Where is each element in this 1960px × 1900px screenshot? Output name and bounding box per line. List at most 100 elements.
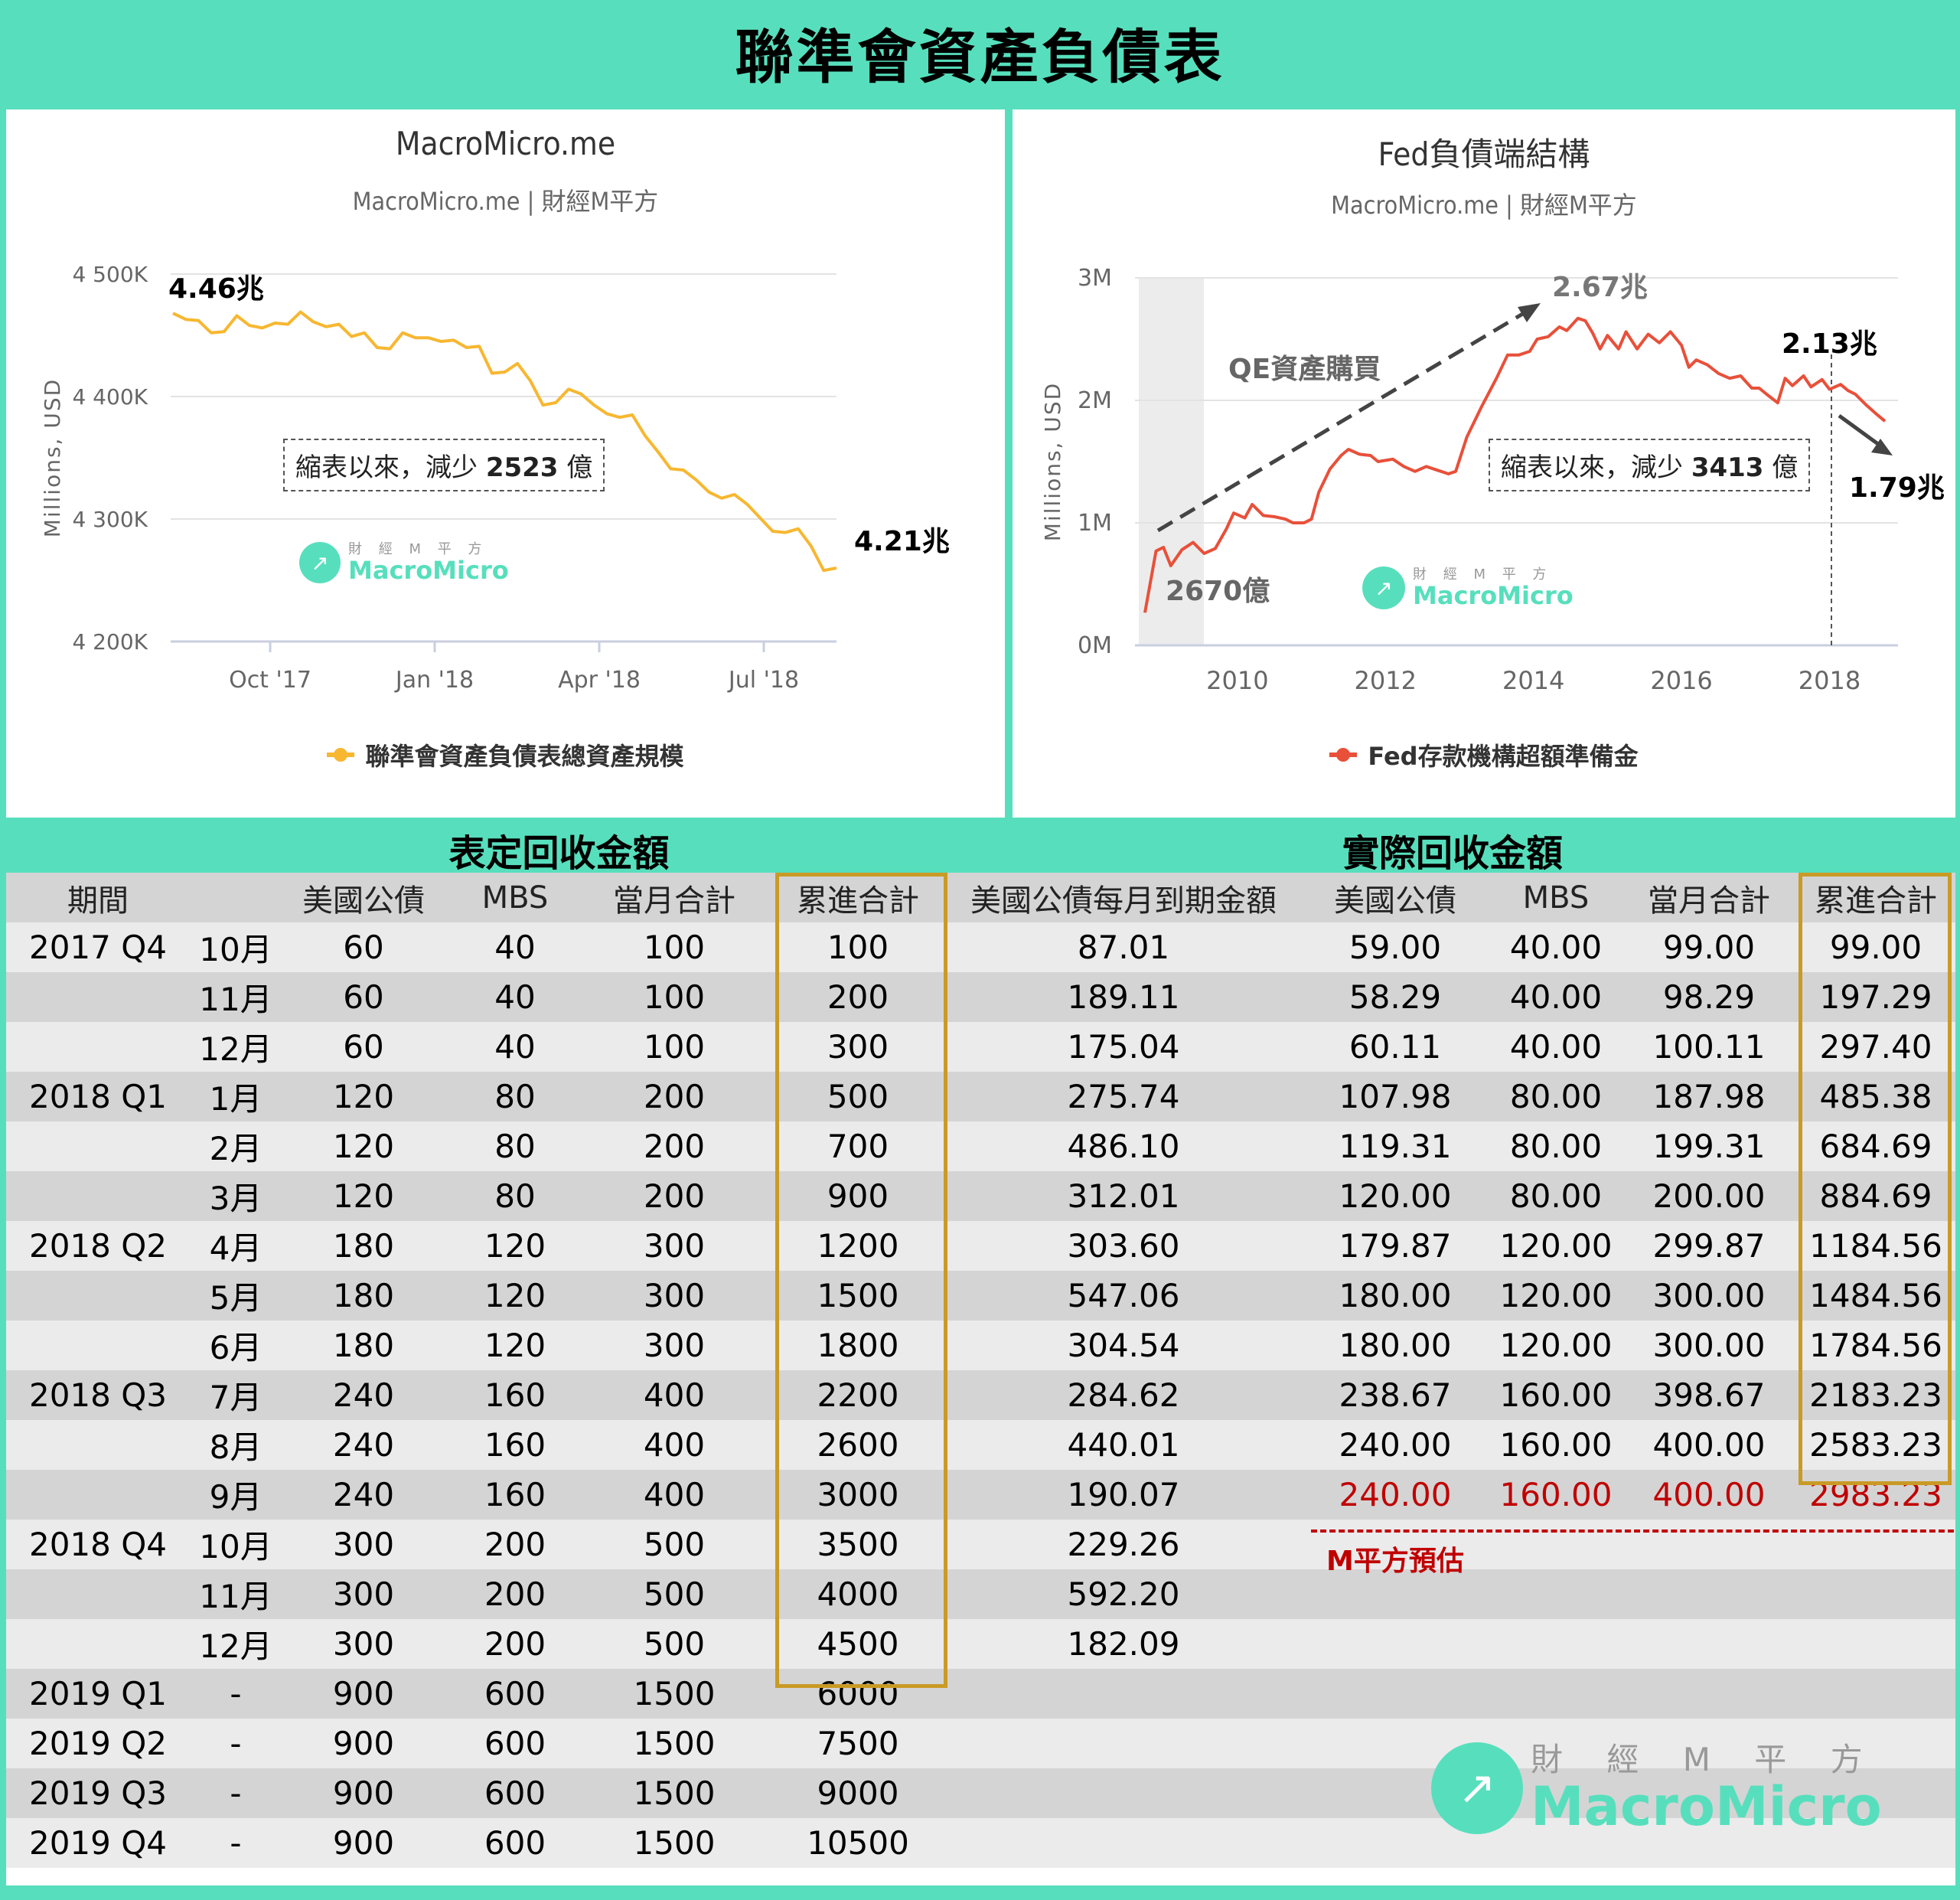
table-cell: 87.01: [1077, 929, 1170, 966]
x-tick-label: 2014: [1502, 666, 1564, 695]
legend-swatch: [1329, 748, 1358, 762]
legend-swatch: [327, 748, 355, 762]
arrowhead: [1518, 303, 1541, 322]
annotation-box-suffix: 億: [1772, 452, 1799, 483]
table-cell: [1723, 1669, 1960, 1719]
estimate-divider: [1311, 1529, 1954, 1533]
annotation-end: 1.79兆: [1849, 472, 1945, 504]
table-cell: 284.62: [1067, 1376, 1180, 1414]
highlight-box-cumulative-actual: [1799, 873, 1952, 1485]
x-tick-label: Oct '17: [229, 667, 311, 694]
y-tick-label: 0M: [1078, 632, 1112, 659]
y-axis-label: Millions, USD: [1040, 382, 1065, 541]
x-tick-label: Jul '18: [727, 667, 799, 694]
logo-name: MacroMicro: [348, 556, 509, 585]
y-tick-label: 4 500K: [72, 262, 148, 287]
table-row: 2018 Q1 1月 120 80 200 500 275.74 107.98 80.00 187…: [6, 1072, 1955, 1121]
x-tick-label: Apr '18: [558, 667, 641, 694]
legend[interactable]: Fed存款機構超額準備金: [1013, 737, 1955, 772]
estimate-label: M平方預估: [1326, 1546, 1464, 1577]
table-header-row: 期間 美國公債 MBS 當月合計 累進合計 美國公債每月到期金額 美國公債 MBS 當月合計 累進…: [6, 873, 1955, 922]
table-cell: 312.01: [1067, 1177, 1180, 1215]
watermark-logo: ↗ 財 經 M 平 方 MacroMicro: [299, 542, 509, 583]
logo-chart-icon: ↗: [299, 542, 341, 583]
table-row: 3月 120 80 200 900 312.01 120.00 80.00 200.00 884.…: [6, 1171, 1955, 1221]
chart-panel-excess-reserves: Fed負債端結構 MacroMicro.me | 財經M平方 0M 1M 2M 3M M…: [1013, 109, 1955, 818]
y-tick-label: 3M: [1078, 265, 1112, 292]
y-tick-label: 4 300K: [72, 507, 148, 532]
watermark-logo-large: ↗ 財 經 M 平 方 MacroMicro: [1431, 1742, 1882, 1835]
annotation-box-prefix: 縮表以來，減少: [295, 452, 478, 483]
annotation-qe: QE資產購買: [1228, 354, 1381, 385]
annotation-box-value: 3413: [1691, 452, 1764, 483]
table-row: 8月 240 160 400 2600 440.01 240.00 160.00 400.00 2…: [6, 1420, 1955, 1470]
table-cell: 440.01: [1067, 1426, 1180, 1464]
watermark-logo: ↗ 財 經 M 平 方 MacroMicro: [1362, 566, 1574, 609]
table-cell: 189.11: [1067, 978, 1180, 1016]
legend-label: 聯準會資產負債表總資產規模: [365, 742, 684, 771]
legend-label: Fed存款機構超額準備金: [1368, 742, 1639, 771]
annotation-box-suffix: 億: [566, 452, 593, 483]
x-tick-label: 2016: [1650, 666, 1712, 695]
table-cell: 592.20: [1067, 1575, 1180, 1613]
logo-chart-icon: ↗: [1362, 566, 1405, 609]
y-tick-label: 4 200K: [72, 629, 148, 655]
decline-arrow: [1838, 413, 1883, 449]
logo-name: MacroMicro: [1413, 581, 1574, 610]
table-row: 2018 Q2 4月 180 120 300 1200 303.60 179.87 120.00…: [6, 1221, 1955, 1271]
annotation-pre-taper: 2.13兆: [1782, 328, 1877, 360]
table-row: 2017 Q4 10月 60 40 100 100 87.01 59.00 40.00 99.00…: [6, 922, 1955, 972]
table-cell: 303.60: [1067, 1227, 1180, 1265]
annotation-peak: 2.67兆: [1552, 272, 1648, 303]
table-row: 2月 120 80 200 700 486.10 119.31 80.00 199.31 684.…: [6, 1121, 1955, 1171]
table-cell: [970, 1818, 1277, 1868]
x-tick-label: 2018: [1799, 666, 1861, 695]
annotation-box-prefix: 縮表以來，減少: [1501, 452, 1683, 483]
table-cell: [970, 1768, 1277, 1818]
table-row: 11月 60 40 100 200 189.11 58.29 40.00 98.29 197.29: [6, 972, 1955, 1022]
table-cell: 229.26: [1067, 1526, 1180, 1563]
logo-top-text: 財 經 M 平 方: [1531, 1741, 1880, 1778]
annotation-box-reduction: 縮表以來，減少 2523 億: [283, 439, 605, 491]
logo-top-text: 財 經 M 平 方: [1413, 566, 1553, 583]
table-cell: [970, 1669, 1277, 1719]
table-row: 12月 60 40 100 300 175.04 60.11 40.00 100.11 297.4…: [6, 1022, 1955, 1072]
table-cell: 304.54: [1067, 1327, 1180, 1364]
annotation-box-reduction: 縮表以來，減少 3413 億: [1489, 439, 1811, 491]
y-tick-label: 2M: [1078, 387, 1112, 414]
legend[interactable]: 聯準會資產負債表總資產規模: [6, 737, 1005, 772]
table-cell: 486.10: [1067, 1128, 1180, 1165]
table-cell: [1723, 1569, 1960, 1619]
annotation-start: 4.46兆: [168, 273, 264, 305]
table-row: 12月 300 200 500 4500 182.09: [6, 1619, 1955, 1669]
table-cell: 547.06: [1067, 1277, 1180, 1314]
line-chart-excess-reserves: 0M 1M 2M 3M Millions, USD 2010 2012 2014 2016 201…: [1040, 265, 1898, 695]
annotation-low: 2670億: [1166, 576, 1270, 607]
annotation-box-value: 2523: [485, 452, 559, 483]
table-cell: 190.07: [1067, 1476, 1180, 1513]
y-tick-label: 1M: [1078, 510, 1112, 537]
table-cell: 275.74: [1067, 1078, 1180, 1115]
table-cell: 175.04: [1067, 1028, 1180, 1066]
table-row: 11月 300 200 500 4000 592.20: [6, 1569, 1955, 1619]
table-cell: [970, 1719, 1277, 1768]
logo-top-text: 財 經 M 平 方: [348, 541, 488, 557]
x-tick-label: Jan '18: [394, 667, 474, 694]
y-tick-label: 4 400K: [72, 384, 148, 410]
chart-panel-total-assets: MacroMicro.me MacroMicro.me | 財經M平方 4 20…: [6, 109, 1005, 818]
table-right-title: 實際回收金額: [1342, 832, 1563, 875]
logo-chart-icon: ↗: [1431, 1742, 1523, 1834]
table-row: 5月 180 120 300 1500 547.06 180.00 120.00 300.00 1…: [6, 1271, 1955, 1321]
header-cell: 美國公債每月到期金額: [970, 883, 1277, 919]
table-cell: 10500: [807, 1824, 909, 1862]
table-row: 9月 240 160 400 3000 190.07 240.00 160.00 400.00 2…: [6, 1470, 1955, 1520]
table-cell: 9000: [817, 1774, 899, 1812]
page-title: 聯準會資產負債表: [735, 22, 1225, 91]
y-axis-label: Millions, USD: [40, 378, 65, 537]
reduction-tables: 期間 美國公債 MBS 當月合計 累進合計 美國公債每月到期金額 美國公債 MBS 當月合計 累進…: [6, 873, 1955, 1885]
x-tick-label: 2012: [1355, 666, 1417, 695]
table-cell: [1723, 1619, 1960, 1669]
x-tick-label: 2010: [1206, 666, 1268, 695]
table-cell: 182.09: [1067, 1625, 1180, 1663]
table-row: 6月 180 120 300 1800 304.54 180.00 120.00 300.00 1…: [6, 1321, 1955, 1370]
